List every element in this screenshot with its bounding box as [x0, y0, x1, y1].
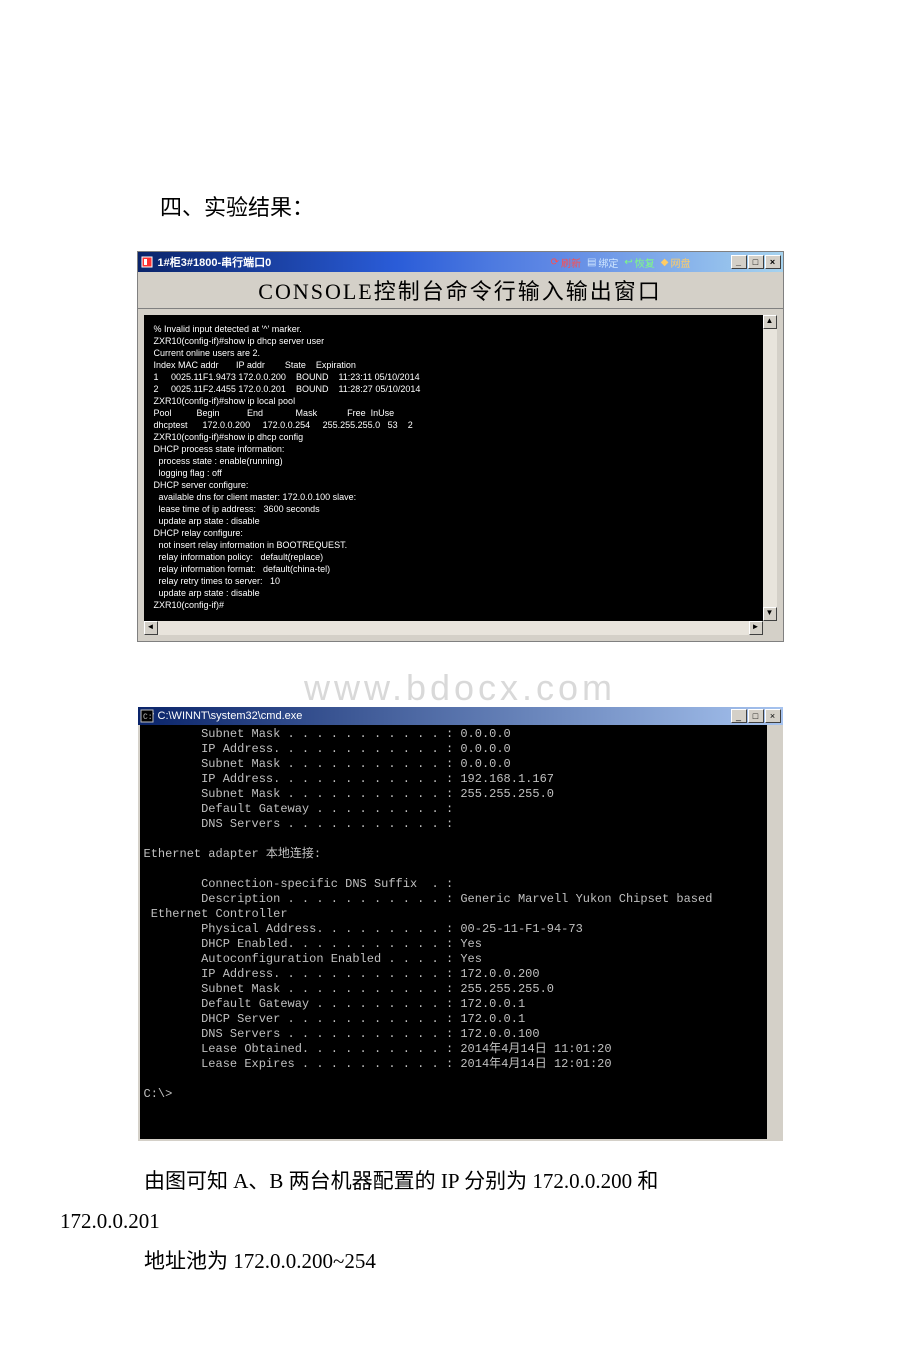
svg-text:C:\: C:\ — [143, 713, 154, 722]
maximize-button[interactable]: □ — [748, 709, 764, 723]
tag-refresh[interactable]: ⟳刷新 — [551, 255, 581, 270]
close-button[interactable]: × — [765, 255, 781, 269]
cmd-output[interactable]: Subnet Mask . . . . . . . . . . . : 0.0.… — [138, 725, 783, 1141]
scroll-corner — [763, 621, 777, 635]
horizontal-scrollbar[interactable]: ◄ ► — [144, 621, 777, 635]
body-paragraphs: 由图可知 A、B 两台机器配置的 IP 分别为 172.0.0.200 和 17… — [60, 1165, 860, 1277]
maximize-button[interactable]: □ — [748, 255, 764, 269]
app-icon — [140, 255, 154, 269]
cmd-window: C:\ C:\WINNT\system32\cmd.exe _ □ × Subn… — [138, 707, 783, 1141]
tag-restore[interactable]: ↩恢复 — [624, 255, 654, 270]
close-button[interactable]: × — [765, 709, 781, 723]
titlebar-tags: ⟳刷新 ▤绑定 ↩恢复 ◆网盘 — [551, 255, 691, 270]
scroll-track-h[interactable] — [158, 621, 749, 635]
console-window: 1#柜3#1800-串行端口0 ⟳刷新 ▤绑定 ↩恢复 ◆网盘 _ □ × CO… — [138, 252, 783, 641]
cmd-icon: C:\ — [140, 709, 154, 723]
tag-netdisk[interactable]: ◆网盘 — [661, 255, 691, 270]
cmd-titlebar[interactable]: C:\ C:\WINNT\system32\cmd.exe _ □ × — [138, 707, 783, 725]
tag-bind[interactable]: ▤绑定 — [587, 255, 618, 270]
scroll-track[interactable] — [763, 329, 777, 607]
minimize-button[interactable]: _ — [731, 255, 747, 269]
section-heading: 四、实验结果： — [160, 190, 860, 222]
scroll-right-button[interactable]: ► — [749, 621, 763, 635]
body-line-1b: 172.0.0.201 — [60, 1209, 160, 1233]
terminal-output[interactable]: % Invalid input detected at '^' marker. … — [144, 315, 777, 621]
titlebar[interactable]: 1#柜3#1800-串行端口0 ⟳刷新 ▤绑定 ↩恢复 ◆网盘 _ □ × — [138, 252, 783, 272]
scroll-up-button[interactable]: ▲ — [763, 315, 777, 329]
minimize-button[interactable]: _ — [731, 709, 747, 723]
window-title: 1#柜3#1800-串行端口0 — [158, 254, 551, 270]
cmd-window-title: C:\WINNT\system32\cmd.exe — [158, 710, 731, 722]
body-line-1: 由图可知 A、B 两台机器配置的 IP 分别为 172.0.0.200 和 — [144, 1169, 658, 1193]
scroll-down-button[interactable]: ▼ — [763, 607, 777, 621]
vertical-scrollbar[interactable]: ▲ ▼ — [763, 315, 777, 621]
console-header: CONSOLE控制台命令行输入输出窗口 — [138, 272, 783, 309]
scroll-left-button[interactable]: ◄ — [144, 621, 158, 635]
body-line-2: 地址池为 172.0.0.200~254 — [144, 1249, 376, 1273]
watermark-text: www.bdocx.com — [60, 667, 860, 709]
